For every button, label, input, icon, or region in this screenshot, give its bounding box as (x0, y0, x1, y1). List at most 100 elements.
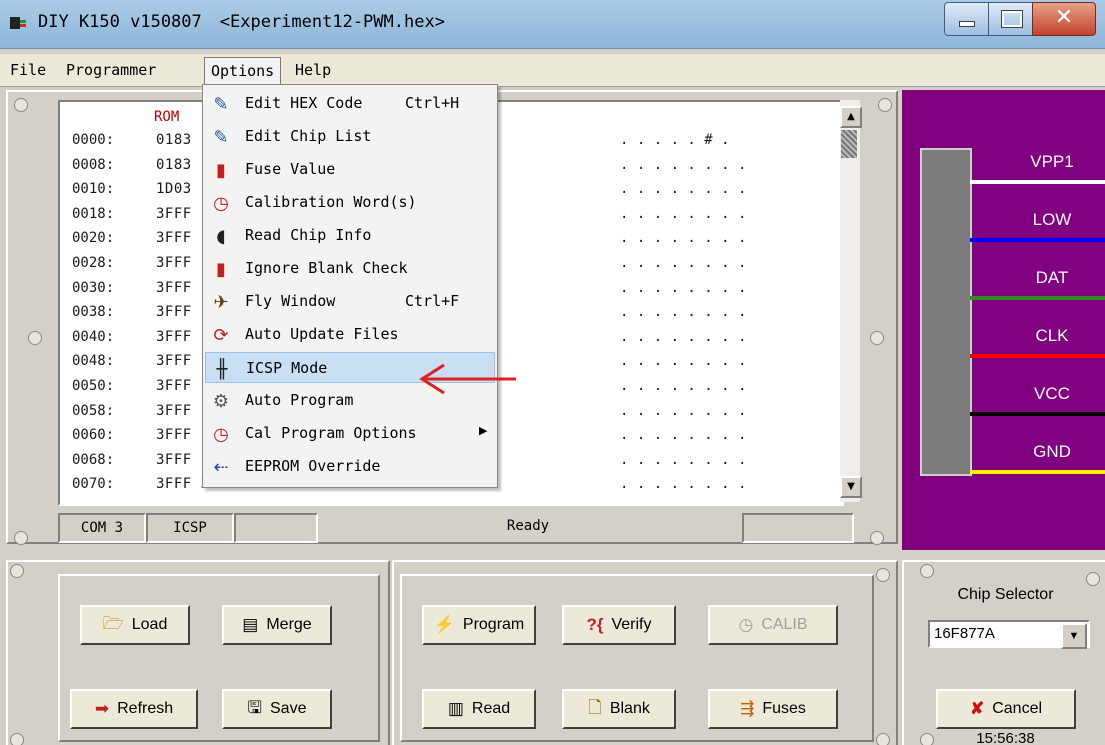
hex-ascii: . . . . . . . . (620, 378, 747, 394)
status-com-port: COM 3 (58, 513, 146, 543)
scroll-up-button[interactable]: ▲ (840, 106, 862, 128)
splitter-handle[interactable] (920, 733, 934, 745)
scroll-thumb[interactable] (841, 130, 857, 158)
read-button[interactable]: ▥ Read (422, 689, 536, 729)
pin-connection-panel: VPP1 LOW DAT CLK VCC GND (902, 90, 1105, 550)
close-button[interactable]: ✕ (1032, 2, 1096, 36)
pin-wire (970, 412, 1105, 416)
hex-ascii: . . . . . . . . (620, 451, 747, 468)
close-icon: ✕ (1054, 5, 1074, 30)
hex-ascii: . . . . . . . . (620, 156, 747, 173)
pin-wire (970, 180, 1105, 184)
refresh-button[interactable]: ➡ Refresh (70, 689, 198, 729)
title-bar[interactable]: DIY K150 v150807 <Experiment12-PWM.hex> ✕ (0, 0, 1105, 49)
chip-diagram (920, 148, 972, 476)
load-button[interactable]: 🗁 Load (80, 605, 190, 645)
verify-button[interactable]: ?{Verify (562, 605, 676, 645)
splitter-handle[interactable] (878, 98, 892, 112)
vertical-scrollbar[interactable]: ▲ ▼ (840, 100, 862, 502)
splitter-handle[interactable] (870, 531, 884, 545)
pin-wire (970, 470, 1105, 474)
pin-wire (970, 354, 1105, 358)
annotation-arrow (419, 363, 516, 395)
minimize-button[interactable] (944, 2, 990, 36)
floppy-icon: 🖫 (247, 697, 262, 717)
splitter-handle[interactable] (876, 568, 890, 582)
menu-help[interactable]: Help (289, 57, 337, 83)
status-bar: COM 3 ICSP Ready (58, 513, 858, 543)
hex-address: 0048: (72, 353, 115, 370)
splitter-handle[interactable] (920, 564, 934, 578)
menu-item-fuse-value[interactable]: ▮ Fuse Value (205, 154, 495, 185)
splitter-handle[interactable] (14, 531, 28, 545)
hex-ascii: . . . . . . . . (620, 427, 747, 444)
hex-address: 0030: (72, 279, 115, 296)
menu-item-calibration-word-s[interactable]: ◷ Calibration Word(s) (205, 187, 495, 218)
program-icon: ⚡ (433, 615, 455, 634)
options-dropdown-menu: ✎ Edit HEX Code Ctrl+H ✎ Edit Chip List ▮ Fuse… (202, 84, 498, 488)
read-icon: ▥ (447, 699, 464, 718)
save-button[interactable]: 🖫 Save (222, 689, 332, 729)
hex-address: 0020: (72, 230, 115, 247)
menu-options[interactable]: Options (204, 57, 282, 86)
menu-item-eeprom-override[interactable]: ⇠ EEPROM Override (205, 451, 495, 482)
menu-file[interactable]: File (4, 57, 52, 83)
edit-hex-icon: ✎ (213, 93, 229, 115)
pin-wire (970, 296, 1105, 300)
calib-button[interactable]: ◷ CALIB (708, 605, 838, 645)
ignore-icon: ▮ (216, 258, 226, 280)
menu-item-edit-hex-code[interactable]: ✎ Edit HEX Code Ctrl+H (205, 88, 495, 119)
menu-item-edit-chip-list[interactable]: ✎ Edit Chip List (205, 121, 495, 152)
chip-selector-label: Chip Selector (957, 586, 1054, 603)
fuses-button[interactable]: ⇶ Fuses (708, 689, 838, 729)
hex-ascii: . . . . . . . . (620, 402, 747, 419)
read-chip-icon: ◖ (216, 225, 226, 247)
pin-label: VCC (1034, 384, 1070, 403)
menu-programmer[interactable]: Programmer (60, 57, 162, 83)
pin-label: DAT (1035, 268, 1069, 287)
pin-label: VPP1 (1030, 152, 1074, 171)
maximize-button[interactable] (988, 2, 1034, 36)
menu-item-ignore-blank-check[interactable]: ▮ Ignore Blank Check (205, 253, 495, 284)
hex-ascii: . . . . . . . . (620, 328, 747, 345)
scroll-down-button[interactable]: ▼ (840, 476, 862, 498)
hex-address: 0050: (72, 378, 115, 394)
menu-item-read-chip-info[interactable]: ◖ Read Chip Info (205, 220, 495, 251)
splitter-handle[interactable] (870, 331, 884, 345)
splitter-handle[interactable] (876, 733, 890, 745)
chevron-down-icon[interactable]: ▼ (1061, 623, 1087, 649)
hex-ascii: . . . . . . . . (620, 304, 747, 321)
splitter-handle[interactable] (28, 331, 42, 345)
status-blank-cell (234, 513, 318, 543)
hex-address: 0058: (72, 402, 115, 419)
submenu-arrow-icon: ▶ (479, 424, 488, 437)
splitter-handle[interactable] (10, 564, 24, 578)
status-mode: ICSP (146, 513, 234, 543)
chip-selector-dropdown[interactable]: 16F877A ▼ (928, 620, 1090, 649)
hex-address: 0070: (72, 476, 115, 493)
hex-address: 0008: (72, 156, 115, 173)
menu-item-fly-window[interactable]: ✈ Fly Window Ctrl+F (205, 286, 495, 317)
hex-address: 0000: (72, 132, 115, 148)
app-icon (10, 17, 26, 29)
cancel-button[interactable]: ✘ Cancel (936, 689, 1076, 729)
window-title: DIY K150 v150807 <Experiment12-PWM.hex> (38, 12, 445, 32)
splitter-handle[interactable] (10, 733, 24, 745)
hex-address: 0028: (72, 255, 115, 271)
menu-item-cal-program-options[interactable]: ◷ Cal Program Options ▶ (205, 418, 495, 449)
rom-header: ROM (154, 109, 180, 125)
menu-item-auto-update-files[interactable]: ⟳ Auto Update Files (205, 319, 495, 350)
splitter-handle[interactable] (1086, 572, 1100, 586)
program-button[interactable]: ⚡ Program (422, 605, 536, 645)
pin-label: LOW (1032, 210, 1072, 229)
status-message: Ready (318, 513, 738, 539)
pin-label: CLK (1035, 326, 1069, 345)
red-x-icon: ✘ (969, 699, 985, 718)
refresh-icon: ➡ (94, 699, 110, 718)
hex-ascii: . . . . . . . . (620, 353, 747, 370)
hex-address: 0040: (72, 328, 115, 345)
merge-button[interactable]: ▤ Merge (222, 605, 332, 645)
hex-ascii: . . . . . . . . (620, 205, 747, 222)
blank-button[interactable]: 🗋 Blank (562, 689, 676, 729)
splitter-handle[interactable] (14, 98, 28, 112)
